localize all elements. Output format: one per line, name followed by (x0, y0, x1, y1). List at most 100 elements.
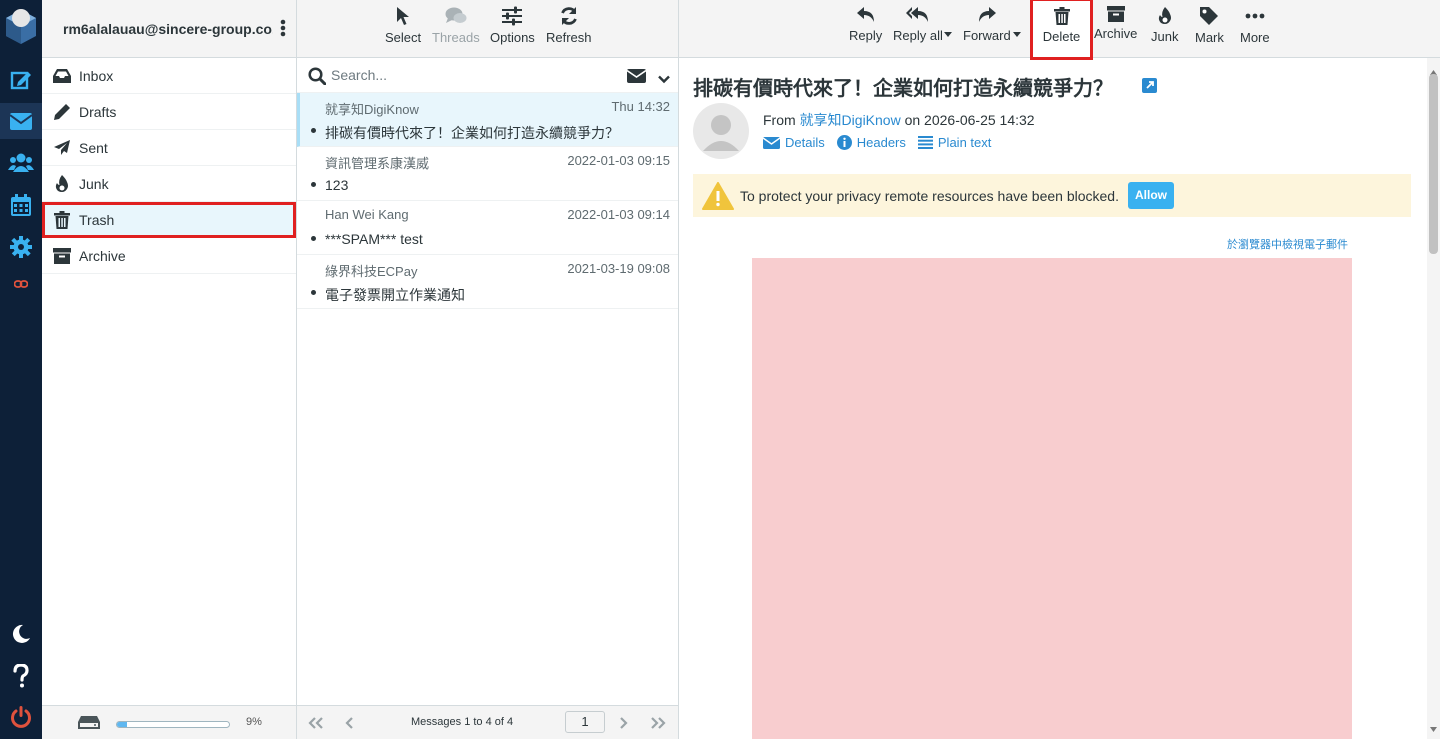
envelope-filter-icon[interactable] (626, 69, 647, 86)
inbox-icon (52, 66, 72, 86)
reply-all-button[interactable]: Reply all (893, 6, 943, 43)
archive-label: Archive (1094, 26, 1138, 41)
quota-footer: 9% (42, 705, 296, 739)
mark-button[interactable]: Mark (1195, 6, 1224, 45)
tag-icon (1200, 7, 1219, 25)
options-button[interactable]: Options (490, 6, 535, 45)
plain-text-link[interactable]: Plain text (917, 135, 991, 150)
allow-button[interactable]: Allow (1128, 182, 1174, 209)
quota-fill (117, 722, 128, 727)
contacts-button[interactable] (0, 144, 42, 180)
message-row[interactable]: 就享知DigiKnow Thu 14:32 排碳有價時代來了！企業如何打造永續競… (297, 93, 678, 147)
chevron-down-icon[interactable] (658, 71, 670, 87)
page-number-input[interactable]: 1 (565, 711, 605, 733)
folder-sent[interactable]: Sent (42, 130, 296, 166)
select-label: Select (385, 30, 422, 45)
logout-button[interactable] (0, 699, 42, 735)
dark-mode-button[interactable] (0, 616, 42, 652)
account-menu-icon[interactable] (280, 19, 286, 40)
archive-button[interactable]: Archive (1094, 6, 1137, 41)
scrollbar-thumb[interactable] (1429, 74, 1438, 254)
folder-archive[interactable]: Archive (42, 238, 296, 274)
pencil-icon (52, 102, 72, 122)
folder-inbox[interactable]: Inbox (42, 58, 296, 94)
info-icon (836, 135, 852, 150)
help-button[interactable] (0, 658, 42, 694)
from-line: From 就享知DigiKnow on 2026-06-25 14:32 (763, 110, 1035, 130)
calendar-button[interactable] (0, 187, 42, 223)
message-row[interactable]: 資訊管理系康漢威 2022-01-03 09:15 123 (297, 147, 678, 201)
search-input[interactable] (331, 64, 581, 86)
forward-label: Forward (963, 28, 1011, 43)
forward-dropdown-icon[interactable] (1013, 24, 1021, 40)
folder-label: Junk (79, 175, 109, 192)
email-body-frame (752, 258, 1352, 739)
unread-dot (311, 182, 316, 187)
search-icon[interactable] (308, 67, 327, 88)
paper-plane-icon (52, 138, 72, 158)
refresh-icon (560, 7, 577, 25)
threads-button[interactable]: Threads (432, 6, 480, 45)
plugin-button[interactable] (0, 266, 42, 302)
folder-drafts[interactable]: Drafts (42, 94, 296, 130)
prev-page-icon[interactable] (345, 716, 354, 732)
reply-button[interactable]: Reply (849, 6, 882, 43)
message-row[interactable]: Han Wei Kang 2022-01-03 09:14 ***SPAM***… (297, 201, 678, 255)
select-button[interactable]: Select (385, 6, 421, 45)
threads-label: Threads (432, 30, 480, 45)
message-subject: 排碳有價時代來了！企業如何打造永續競爭力？ (325, 125, 619, 141)
folder-label: Inbox (79, 67, 114, 84)
email-subject: 排碳有價時代來了！企業如何打造永續競爭力？ (693, 78, 1113, 100)
junk-button[interactable]: Junk (1151, 6, 1178, 44)
refresh-label: Refresh (546, 30, 592, 45)
headers-link[interactable]: Headers (836, 135, 906, 150)
forward-button[interactable]: Forward (963, 6, 1011, 43)
last-page-icon[interactable] (650, 716, 666, 732)
settings-button[interactable] (0, 229, 42, 265)
app-logo[interactable] (4, 6, 38, 46)
contacts-icon (8, 153, 34, 172)
fire-icon (1158, 7, 1171, 24)
sliders-icon (502, 6, 523, 26)
first-page-icon[interactable] (308, 716, 324, 732)
folder-label: Drafts (79, 103, 117, 120)
message-preview-panel: Reply Reply all Forward Delete Archive J… (679, 0, 1440, 739)
sender-avatar (693, 103, 749, 159)
sender-link[interactable]: 就享知DigiKnow (800, 112, 901, 128)
mail-button[interactable] (0, 103, 42, 139)
message-from: 就享知DigiKnow (325, 102, 419, 117)
delete-label: Delete (1042, 29, 1081, 44)
junk-label: Junk (1151, 29, 1179, 44)
preview-scrollbar[interactable] (1427, 58, 1440, 739)
message-subject: ***SPAM*** test (325, 231, 423, 247)
mail-icon (10, 112, 32, 130)
settings-icon (10, 236, 32, 258)
delete-button[interactable]: Delete (1030, 0, 1093, 60)
forward-icon (978, 7, 996, 22)
remote-resources-notice: To protect your privacy remote resources… (693, 174, 1411, 217)
scroll-down-icon[interactable] (1430, 719, 1437, 735)
search-bar (297, 58, 678, 93)
more-label: More (1240, 30, 1270, 45)
compose-icon (10, 71, 31, 90)
view-in-browser-link[interactable]: 於瀏覽器中檢視電子郵件 (1227, 236, 1348, 252)
message-row[interactable]: 綠界科技ECPay 2021-03-19 09:08 電子發票開立作業通知 (297, 255, 678, 309)
folder-trash[interactable]: Trash (42, 202, 296, 238)
compose-button[interactable] (0, 62, 42, 98)
plugin-icon (14, 280, 28, 288)
account-email: rm6alalauau@sincere-group.co... (63, 20, 273, 37)
folder-junk[interactable]: Junk (42, 166, 296, 202)
refresh-button[interactable]: Refresh (546, 6, 592, 45)
reply-all-dropdown-icon[interactable] (944, 24, 952, 40)
more-button[interactable]: More (1240, 6, 1270, 45)
options-label: Options (490, 30, 535, 45)
message-date: Thu 14:32 (611, 99, 670, 114)
dark-mode-icon (12, 624, 30, 643)
archive-icon (1106, 6, 1125, 22)
next-page-icon[interactable] (619, 716, 628, 732)
reply-all-icon (905, 7, 928, 22)
details-link[interactable]: Details (763, 135, 825, 150)
open-in-new-window-icon[interactable] (1142, 78, 1157, 96)
fire-icon (52, 174, 72, 194)
quota-bar (116, 721, 230, 728)
